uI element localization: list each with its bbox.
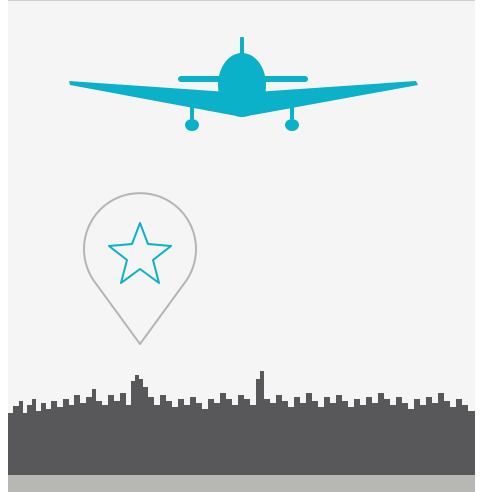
city-skyline bbox=[8, 371, 475, 475]
star-icon bbox=[108, 222, 172, 284]
illustration-canvas bbox=[8, 0, 475, 492]
airplane-icon bbox=[69, 37, 418, 131]
illustration-art bbox=[8, 37, 475, 492]
ground-strip bbox=[8, 475, 475, 492]
